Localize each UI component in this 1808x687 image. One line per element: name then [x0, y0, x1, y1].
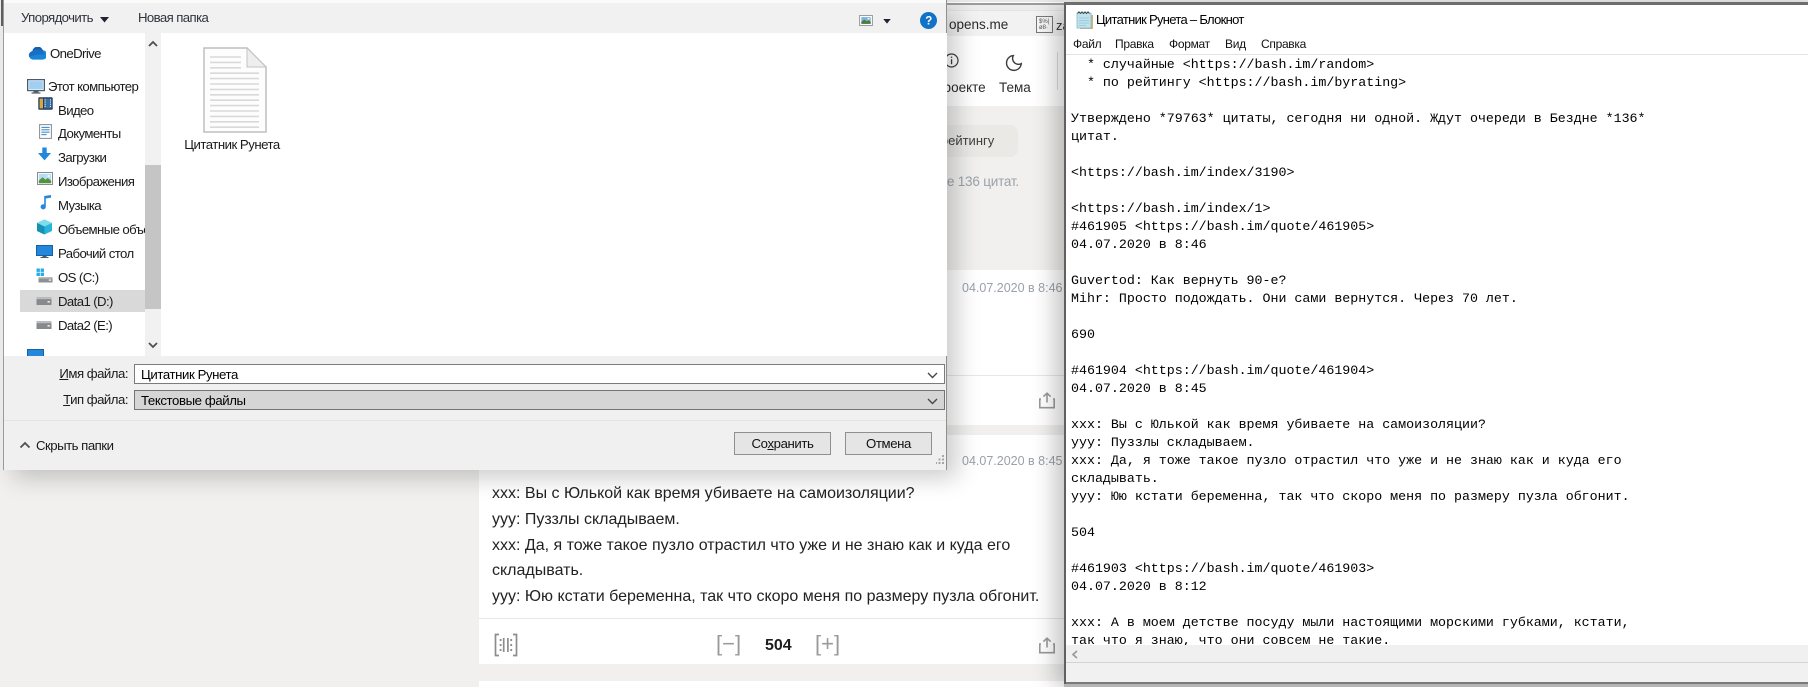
svg-text:?: ? — [925, 16, 932, 28]
